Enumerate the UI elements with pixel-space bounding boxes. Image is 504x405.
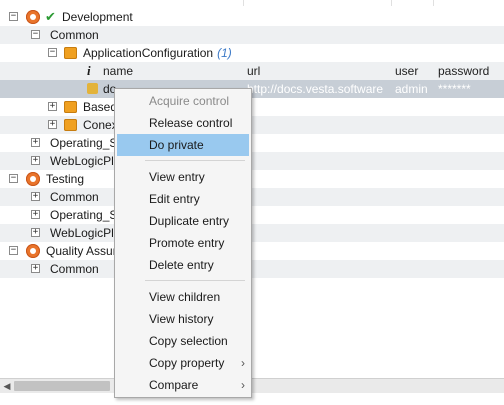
tree-row-label: Development xyxy=(62,10,133,24)
menu-item-label: View entry xyxy=(149,170,205,184)
collapse-toggle[interactable]: − xyxy=(9,246,18,255)
collapse-toggle[interactable]: − xyxy=(9,174,18,183)
submenu-arrow-icon: › xyxy=(241,378,245,392)
menu-separator xyxy=(145,280,245,281)
tree-row-label: Common xyxy=(50,262,99,276)
tree-row-label: Common xyxy=(50,28,99,42)
tree-row-label: Operating_S xyxy=(50,136,118,150)
entry-row-selected[interactable]: do http://docs.vesta.software admin ****… xyxy=(0,80,504,98)
expand-toggle[interactable]: + xyxy=(48,102,57,111)
menu-item-compare[interactable]: Compare › xyxy=(117,374,249,396)
column-divider xyxy=(433,0,434,6)
entry-user: admin xyxy=(395,82,428,96)
expand-toggle[interactable]: + xyxy=(31,264,40,273)
tree-row-conex[interactable]: + Conex xyxy=(0,116,504,134)
expand-toggle[interactable]: + xyxy=(31,138,40,147)
child-count: (1) xyxy=(217,46,232,60)
menu-separator xyxy=(145,160,245,161)
tree-row-label: Based xyxy=(83,100,118,114)
menu-item-label: Copy property xyxy=(149,356,225,370)
menu-item-label: Copy selection xyxy=(149,334,228,348)
menu-item-label: View children xyxy=(149,290,221,304)
tree-row-application-configuration[interactable]: − ApplicationConfiguration (1) xyxy=(0,44,504,62)
column-header-password[interactable]: password xyxy=(438,64,489,78)
column-divider xyxy=(391,0,392,6)
menu-item-delete-entry[interactable]: Delete entry xyxy=(117,254,249,276)
menu-item-do-private[interactable]: Do private xyxy=(117,134,249,156)
node-name: ApplicationConfiguration xyxy=(83,46,214,60)
tree-row-common[interactable]: + Common xyxy=(0,188,504,206)
menu-item-view-history[interactable]: View history xyxy=(117,308,249,330)
menu-item-label: Edit entry xyxy=(149,192,200,206)
collapse-toggle[interactable]: − xyxy=(31,30,40,39)
menu-item-promote-entry[interactable]: Promote entry xyxy=(117,232,249,254)
environment-gear-icon xyxy=(26,244,40,258)
menu-item-view-children[interactable]: View children xyxy=(117,286,249,308)
menu-item-label: Release control xyxy=(149,116,233,130)
menu-item-label: Acquire control xyxy=(149,94,230,108)
column-header-url[interactable]: url xyxy=(247,64,260,78)
tree-row-label: ApplicationConfiguration (1) xyxy=(83,46,232,60)
info-icon: i xyxy=(87,63,91,78)
column-divider xyxy=(243,0,244,6)
expand-toggle[interactable]: + xyxy=(31,192,40,201)
lock-icon xyxy=(87,83,98,94)
menu-item-edit-entry[interactable]: Edit entry xyxy=(117,188,249,210)
tree-row-label: Conex xyxy=(83,118,118,132)
tree-row-label: WebLogicPl xyxy=(50,226,114,240)
tree-row-testing[interactable]: − Testing xyxy=(0,170,504,188)
menu-item-copy-selection[interactable]: Copy selection xyxy=(117,330,249,352)
tree-row-operating-system[interactable]: + Operating_S xyxy=(0,134,504,152)
entry-table-header: i name url user password xyxy=(0,62,504,80)
component-cube-icon xyxy=(64,101,77,113)
horizontal-scrollbar[interactable]: ◀ xyxy=(0,378,504,393)
menu-item-label: Promote entry xyxy=(149,236,225,250)
menu-item-label: View history xyxy=(149,312,214,326)
expand-toggle[interactable]: + xyxy=(48,120,57,129)
tree-row-weblogic[interactable]: + WebLogicPl xyxy=(0,152,504,170)
tree-row-operating-system[interactable]: + Operating_S xyxy=(0,206,504,224)
scrollbar-thumb[interactable] xyxy=(14,381,110,391)
menu-item-release-control[interactable]: Release control xyxy=(117,112,249,134)
tree-row-quality-assurance[interactable]: − Quality Assur xyxy=(0,242,504,260)
tree-row-label: Operating_S xyxy=(50,208,118,222)
entry-password: ******* xyxy=(438,82,471,96)
menu-item-label: Delete entry xyxy=(149,258,214,272)
environment-gear-icon xyxy=(26,10,40,24)
component-cube-icon xyxy=(64,47,77,59)
menu-item-view-entry[interactable]: View entry xyxy=(117,166,249,188)
collapse-toggle[interactable]: − xyxy=(48,48,57,57)
entry-url: http://docs.vesta.software xyxy=(247,82,384,96)
environment-gear-icon xyxy=(26,172,40,186)
menu-item-copy-property[interactable]: Copy property › xyxy=(117,352,249,374)
column-header-user[interactable]: user xyxy=(395,64,418,78)
expand-toggle[interactable]: + xyxy=(31,156,40,165)
tree-row-label: Testing xyxy=(46,172,85,186)
tree-row-label: Quality Assur xyxy=(46,244,117,258)
configuration-tree[interactable]: − ✔ Development − Common − ApplicationCo… xyxy=(0,0,504,378)
expand-toggle[interactable]: + xyxy=(31,228,40,237)
context-menu: Acquire control Release control Do priva… xyxy=(114,88,252,398)
tree-row-label: Common xyxy=(50,190,99,204)
tree-row-common[interactable]: + Common xyxy=(0,260,504,278)
column-header-name[interactable]: name xyxy=(103,64,133,78)
scroll-left-arrow-icon[interactable]: ◀ xyxy=(0,379,14,393)
tree-row-development[interactable]: − ✔ Development xyxy=(0,8,504,26)
menu-item-duplicate-entry[interactable]: Duplicate entry xyxy=(117,210,249,232)
tree-row-common[interactable]: − Common xyxy=(0,26,504,44)
tree-row-based[interactable]: + Based xyxy=(0,98,504,116)
menu-item-label: Duplicate entry xyxy=(149,214,230,228)
menu-item-acquire-control: Acquire control xyxy=(117,90,249,112)
submenu-arrow-icon: › xyxy=(241,356,245,370)
component-cube-icon xyxy=(64,119,77,131)
collapse-toggle[interactable]: − xyxy=(9,12,18,21)
tree-row-weblogic[interactable]: + WebLogicPl xyxy=(0,224,504,242)
menu-item-label: Compare xyxy=(149,378,199,392)
menu-item-label: Do private xyxy=(149,138,204,152)
expand-toggle[interactable]: + xyxy=(31,210,40,219)
tree-row-label: WebLogicPl xyxy=(50,154,114,168)
checkmark-icon: ✔ xyxy=(45,9,56,24)
